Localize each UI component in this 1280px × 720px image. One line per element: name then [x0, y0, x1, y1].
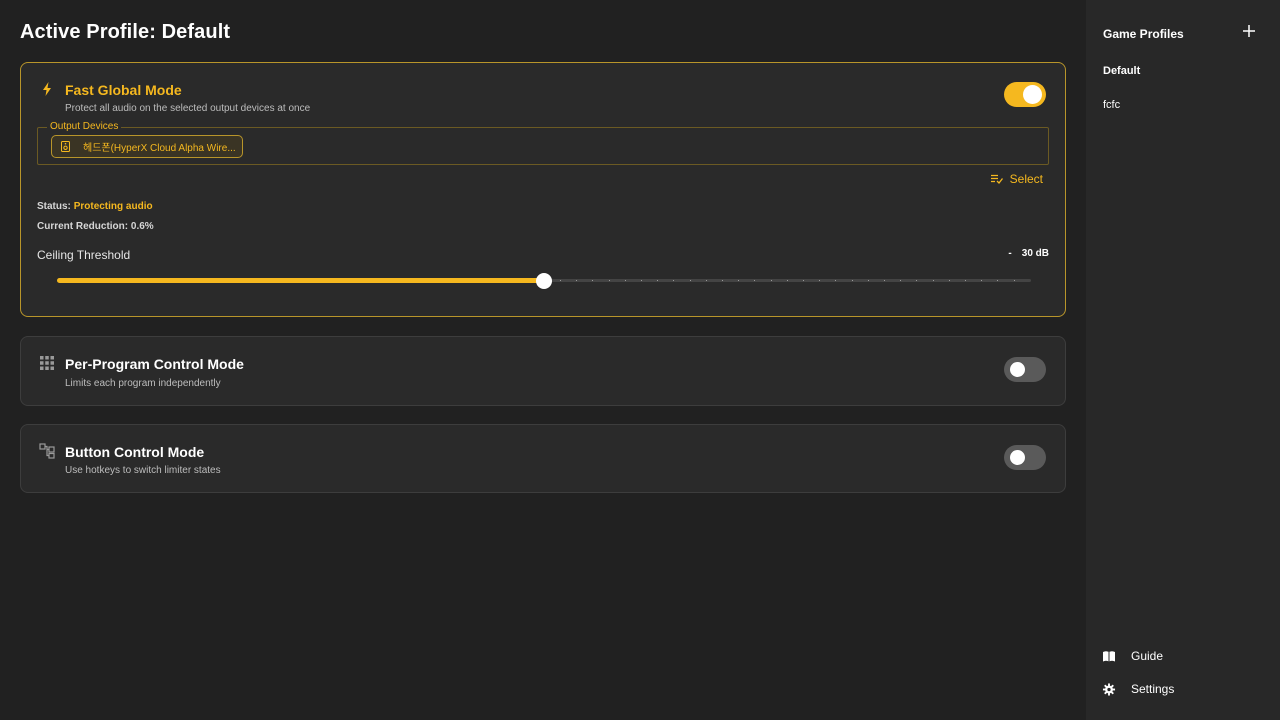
slider-tick [625, 280, 626, 281]
checklist-icon [990, 174, 1003, 184]
guide-link[interactable]: Guide [1102, 647, 1163, 665]
speaker-icon [61, 141, 70, 152]
slider-tick [673, 280, 674, 281]
button-control-mode-description: Use hotkeys to switch limiter states [65, 465, 221, 476]
settings-link[interactable]: Settings [1102, 680, 1174, 698]
slider-tick [592, 280, 593, 281]
book-icon [1103, 650, 1115, 661]
output-device-label: 헤드폰(HyperX Cloud Alpha Wire... [83, 143, 236, 154]
slider-tick [576, 280, 577, 281]
slider-tick [900, 280, 901, 281]
slider-tick [933, 280, 934, 281]
plus-icon[interactable] [1240, 22, 1258, 40]
slider-tick [754, 280, 755, 281]
fast-global-mode-toggle[interactable] [1004, 82, 1046, 107]
slider-tick [852, 280, 853, 281]
fast-global-mode-description: Protect all audio on the selected output… [65, 103, 311, 114]
profile-item-default[interactable]: Default [1103, 65, 1140, 77]
slider-tick [722, 280, 723, 281]
guide-label: Guide [1131, 649, 1164, 663]
main-panel: Active Profile: Default Fast Global Mode… [0, 0, 1086, 720]
threshold-number: 30 dB [1021, 248, 1049, 259]
gear-icon [1102, 682, 1116, 696]
button-control-mode-card: Button Control Mode Use hotkeys to switc… [20, 424, 1066, 493]
reduction-line: Current Reduction: 0.6% [37, 221, 154, 232]
slider-tick [771, 280, 772, 281]
slider-tick [868, 280, 869, 281]
slider-tick [738, 280, 739, 281]
toggle-knob [1010, 362, 1025, 377]
ceiling-threshold-label: Ceiling Threshold [37, 248, 131, 262]
per-program-mode-description: Limits each program independently [65, 378, 221, 389]
slider-tick [560, 280, 561, 281]
slider-tick [965, 280, 966, 281]
hotkey-icon [39, 443, 55, 459]
slider-fill [57, 278, 544, 283]
slider-tick [884, 280, 885, 281]
output-devices-box: Output Devices 헤드폰(HyperX Cloud Alpha Wi… [37, 121, 1049, 165]
fast-global-mode-title: Fast Global Mode [65, 82, 182, 98]
per-program-mode-card: Per-Program Control Mode Limits each pro… [20, 336, 1066, 406]
slider-tick [657, 280, 658, 281]
slider-tick [997, 280, 998, 281]
slider-thumb[interactable] [536, 273, 552, 289]
page-title: Active Profile: Default [20, 21, 231, 43]
fast-global-mode-card: Fast Global Mode Protect all audio on th… [20, 62, 1066, 317]
toggle-knob [1023, 85, 1042, 104]
select-button-label: Select [1009, 172, 1043, 186]
game-profiles-title: Game Profiles [1103, 27, 1184, 41]
reduction-value: 0.6% [130, 221, 154, 232]
select-devices-button[interactable]: Select [990, 171, 1043, 187]
status-value: Protecting audio [73, 201, 153, 212]
grid-icon [40, 356, 54, 370]
output-devices-label: Output Devices [47, 121, 122, 132]
slider-tick [690, 280, 691, 281]
per-program-mode-toggle[interactable] [1004, 357, 1046, 382]
slider-tick [1014, 280, 1015, 281]
output-device-chip[interactable]: 헤드폰(HyperX Cloud Alpha Wire... [51, 135, 243, 158]
reduction-label: Current Reduction: [37, 221, 129, 232]
button-control-mode-toggle[interactable] [1004, 445, 1046, 470]
slider-tick [835, 280, 836, 281]
slider-tick [706, 280, 707, 281]
settings-label: Settings [1131, 682, 1175, 696]
slider-tick [787, 280, 788, 281]
slider-tick [609, 280, 610, 281]
button-control-mode-title: Button Control Mode [65, 444, 205, 460]
app-window: Active Profile: Default Fast Global Mode… [0, 0, 1280, 720]
slider-tick [916, 280, 917, 281]
toggle-knob [1010, 450, 1025, 465]
slider-tick [819, 280, 820, 281]
slider-tick [803, 280, 804, 281]
per-program-mode-title: Per-Program Control Mode [65, 356, 244, 372]
status-line: Status: Protecting audio [37, 201, 153, 212]
profile-item-fcfc[interactable]: fcfc [1103, 99, 1120, 111]
slider-tick [641, 280, 642, 281]
slider-tick [981, 280, 982, 281]
threshold-sign: - [1008, 248, 1012, 259]
lightning-icon [43, 82, 51, 96]
game-profiles-sidebar: Game Profiles Default fcfc Guide Setting… [1086, 0, 1280, 720]
status-label: Status: [37, 201, 71, 212]
ceiling-threshold-slider[interactable] [57, 270, 1031, 292]
ceiling-threshold-value: - 30 dB [1008, 248, 1049, 259]
slider-tick [949, 280, 950, 281]
